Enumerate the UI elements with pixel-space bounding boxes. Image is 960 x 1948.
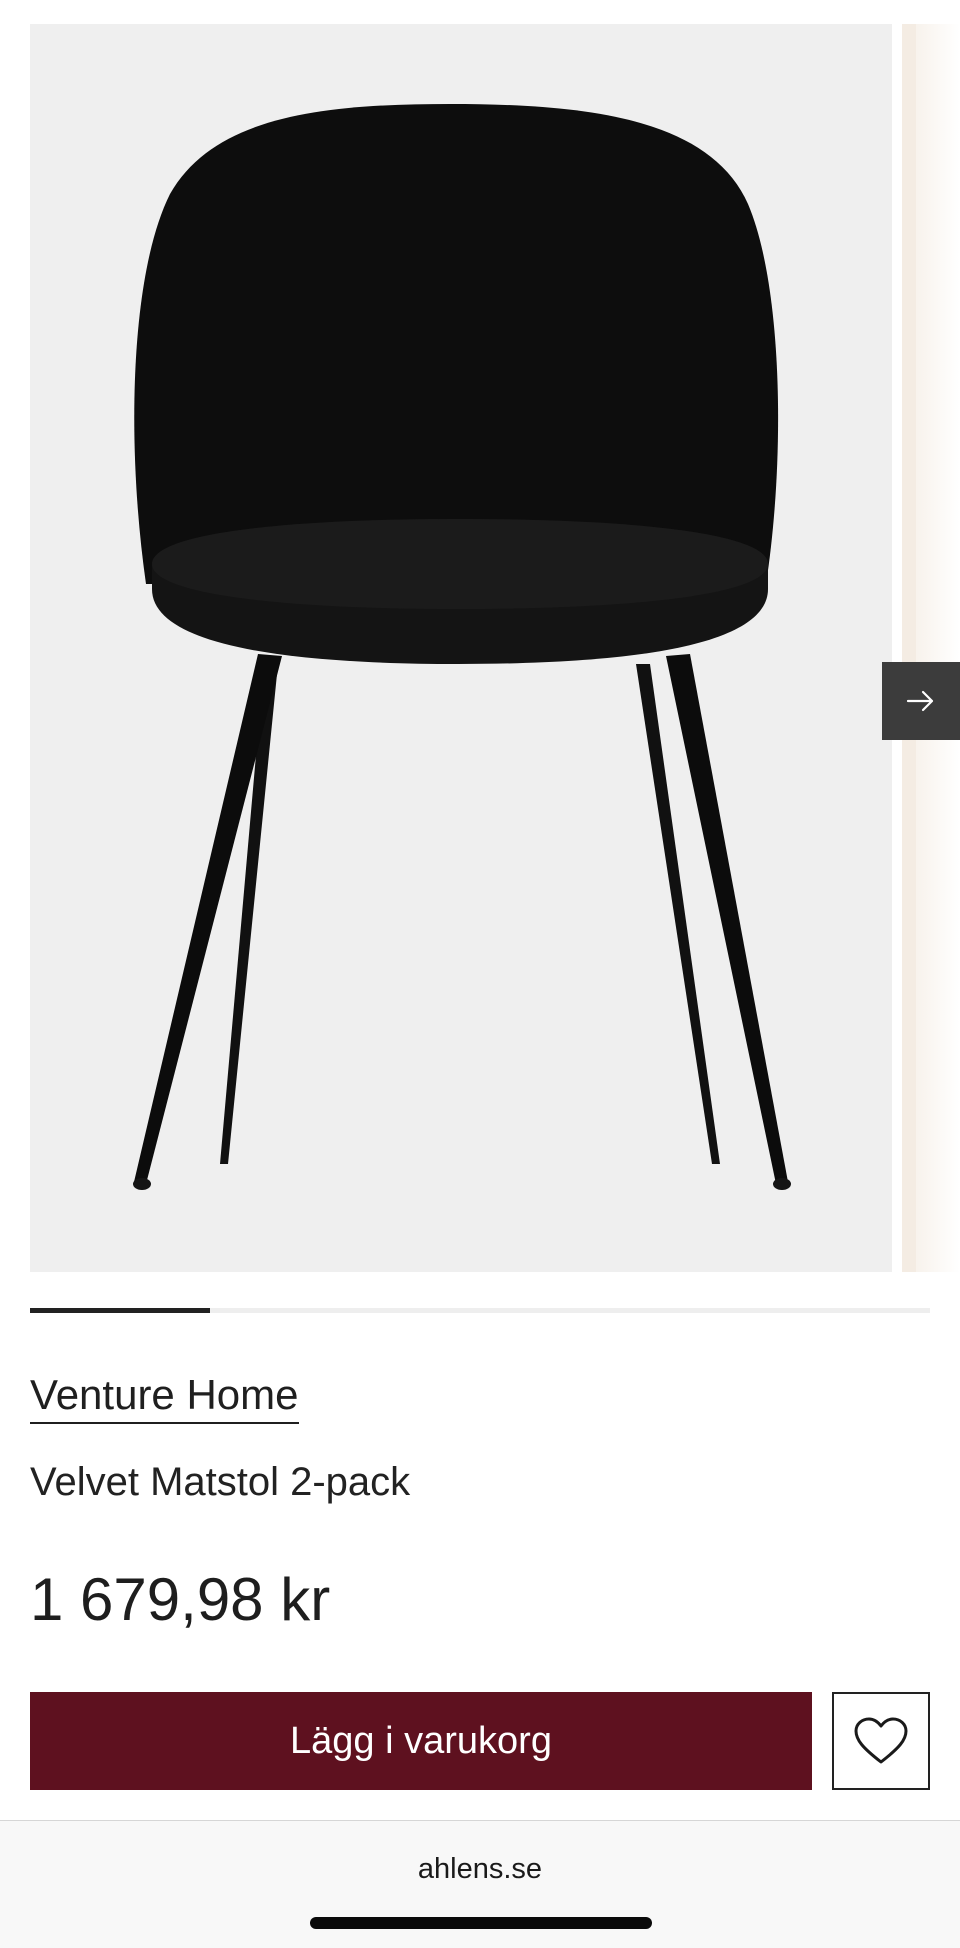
gallery-progress-bar <box>30 1308 930 1313</box>
chair-image <box>133 104 791 1190</box>
product-title: Velvet Matstol 2-pack <box>30 1460 411 1504</box>
brand-link[interactable]: Venture Home <box>30 1371 299 1425</box>
product-price: 1 679,98 kr <box>30 1566 331 1633</box>
url-label[interactable]: ahlens.se <box>0 1853 960 1886</box>
heart-icon <box>854 1717 908 1764</box>
arrow-right-icon <box>906 690 934 712</box>
add-to-cart-button[interactable]: Lägg i varukorg <box>30 1692 812 1790</box>
product-image-gallery[interactable] <box>30 24 960 1272</box>
product-image[interactable] <box>30 24 892 1272</box>
wishlist-button[interactable] <box>832 1692 930 1790</box>
next-image-button[interactable] <box>882 662 960 740</box>
home-indicator[interactable] <box>310 1917 652 1929</box>
browser-bottom-bar: ahlens.se <box>0 1820 960 1948</box>
gallery-progress-fill <box>30 1308 210 1313</box>
next-image-preview[interactable] <box>902 24 960 1272</box>
